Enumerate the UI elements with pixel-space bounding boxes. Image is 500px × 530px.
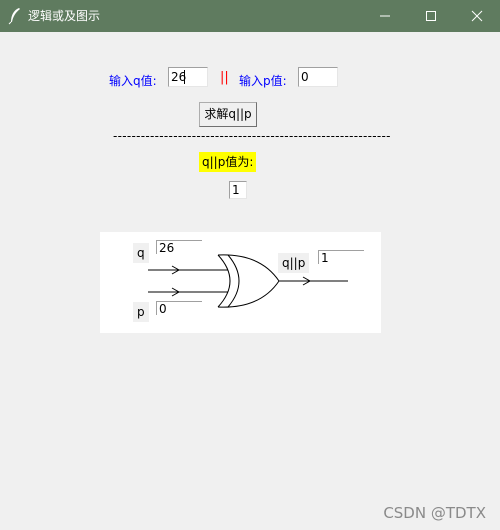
q-input-label: 输入q值: (109, 74, 157, 88)
close-icon (471, 10, 483, 22)
solve-button[interactable]: 求解q||p (199, 102, 257, 127)
close-button[interactable] (454, 0, 500, 32)
or-operator: || (220, 70, 229, 85)
window-title: 逻辑或及图示 (28, 9, 101, 23)
or-gate-icon (148, 254, 348, 308)
minimize-button[interactable] (362, 0, 408, 32)
maximize-icon (426, 11, 436, 21)
separator-line: ----------------------------------------… (113, 129, 391, 143)
q-input[interactable]: 26 (168, 67, 208, 87)
maximize-button[interactable] (408, 0, 454, 32)
result-label: q||p值为: (199, 152, 257, 172)
title-bar[interactable]: 逻辑或及图示 (0, 0, 500, 32)
watermark: CSDN @TDTX (383, 504, 486, 522)
result-value: 1 (232, 183, 240, 197)
feather-icon (8, 7, 22, 25)
p-input-label: 输入p值: (239, 74, 287, 88)
text-caret (184, 70, 185, 84)
p-input[interactable]: 0 (298, 67, 338, 87)
or-gate-diagram: q 26 p 0 q||p 1 (100, 232, 381, 333)
result-field[interactable]: 1 (229, 181, 247, 199)
p-input-value: 0 (301, 70, 309, 84)
minimize-icon (380, 15, 390, 17)
